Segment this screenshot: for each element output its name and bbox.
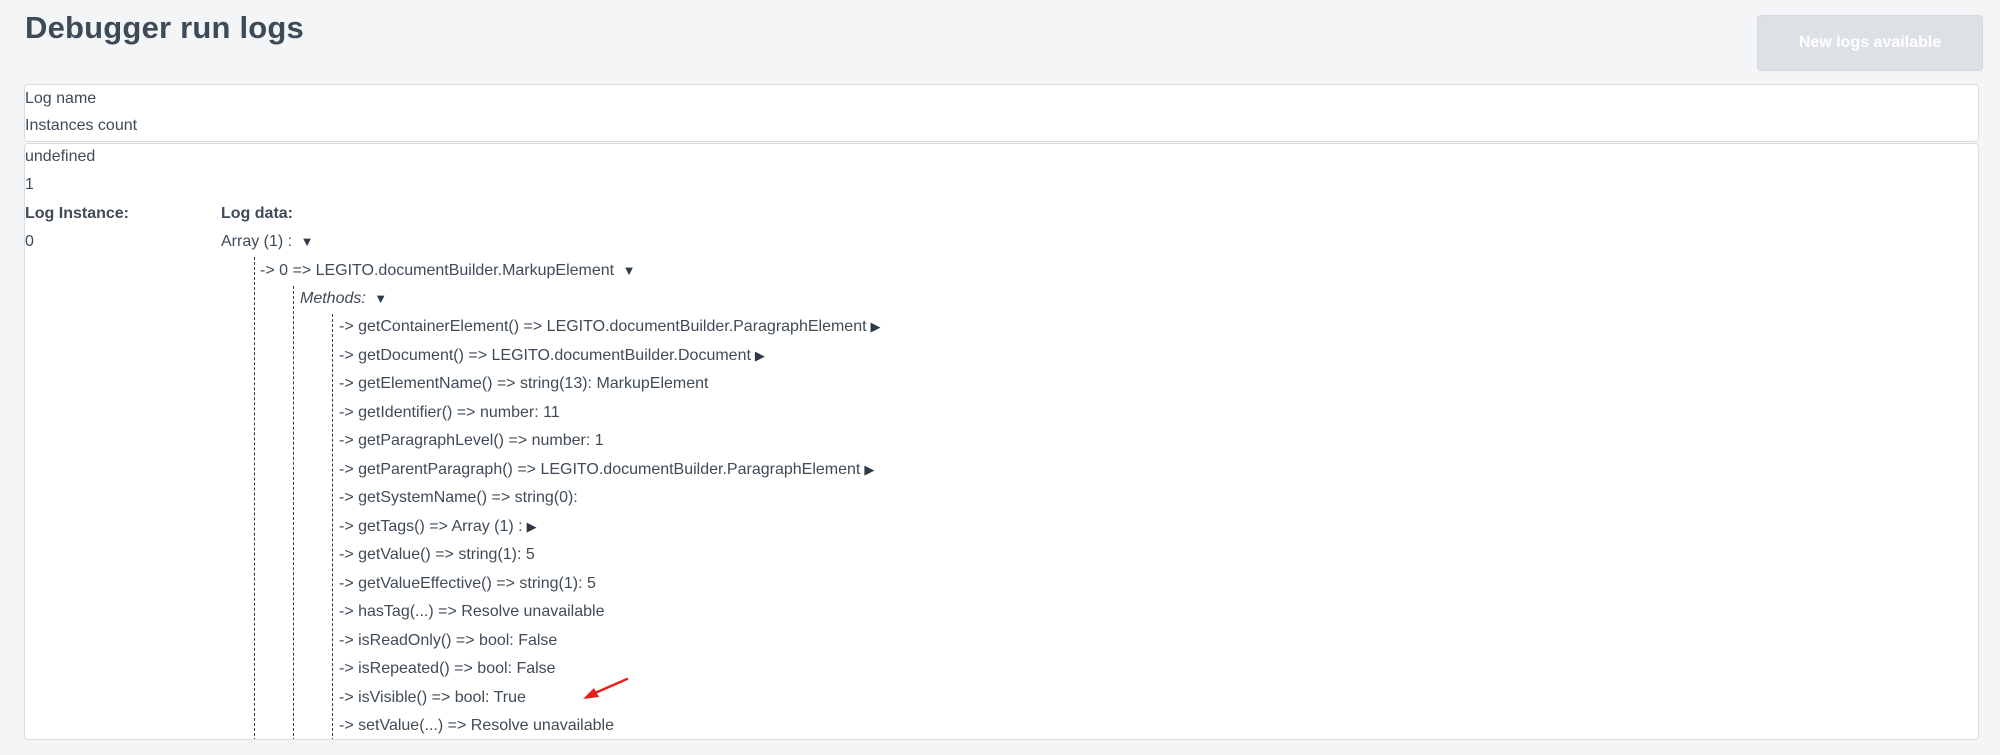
method-label: -> setValue(...) => Resolve unavailable [339, 717, 614, 734]
method-row: -> getElementName() => string(13): Marku… [339, 375, 708, 393]
method-label: -> isReadOnly() => bool: False [339, 631, 558, 649]
method-label: -> getContainerElement() => LEGITO.docum… [339, 318, 867, 335]
method-label: -> getIdentifier() => number: 11 [339, 403, 560, 421]
method-row[interactable]: -> getContainerElement() => LEGITO.docum… [339, 318, 881, 336]
method-label: -> isRepeated() => bool: False [339, 660, 556, 677]
method-row: -> isReadOnly() => bool: False [339, 632, 557, 650]
markup-element-label: -> 0 => LEGITO.documentBuilder.MarkupEle… [260, 262, 615, 279]
method-label: -> getElementName() => string(13): Marku… [339, 375, 709, 392]
instances-count-value: 1 [25, 176, 34, 193]
page-title: Debugger run logs [25, 10, 304, 45]
array-node[interactable]: Array (1) : ▼ [221, 233, 313, 251]
expand-arrow-icon[interactable]: ▼ [301, 234, 314, 249]
collapse-arrow-icon[interactable]: ▶ [527, 519, 537, 534]
new-logs-button[interactable]: New logs available [1757, 15, 1983, 71]
collapse-arrow-icon[interactable]: ▶ [864, 462, 874, 477]
array-node-label: Array (1) : [221, 233, 293, 250]
methods-node[interactable]: Methods: ▼ [300, 290, 387, 308]
markup-element-node[interactable]: -> 0 => LEGITO.documentBuilder.MarkupEle… [260, 262, 635, 280]
collapse-arrow-icon[interactable]: ▶ [755, 348, 765, 363]
method-row: -> getParagraphLevel() => number: 1 [339, 432, 604, 450]
method-label: -> isVisible() => bool: True [339, 688, 526, 706]
log-row-panel[interactable]: undefined 1 Log Instance: Log data: 0 Ar… [24, 143, 1979, 740]
method-row: -> setValue(...) => Resolve unavailable [339, 717, 614, 735]
tree-guide-line [293, 286, 294, 739]
method-row[interactable]: -> getParentParagraph() => LEGITO.docume… [339, 461, 874, 479]
method-row: -> getSystemName() => string(0): [339, 489, 578, 507]
tree-guide-line [254, 257, 255, 739]
method-label: -> getDocument() => LEGITO.documentBuild… [339, 346, 751, 364]
method-label: -> getSystemName() => string(0): [339, 489, 578, 506]
method-label: -> getParagraphLevel() => number: 1 [339, 432, 604, 449]
method-row: -> getValueEffective() => string(1): 5 [339, 575, 596, 593]
log-data-label: Log data: [221, 205, 293, 222]
method-row: -> hasTag(...) => Resolve unavailable [339, 603, 604, 621]
method-label: -> getValueEffective() => string(1): 5 [339, 574, 596, 592]
annotation-arrow-icon [583, 677, 629, 699]
method-label: -> getValue() => string(1): 5 [339, 546, 535, 563]
log-name-header: Log name [25, 90, 97, 107]
tree-guide-line [332, 314, 333, 739]
method-row[interactable]: -> getDocument() => LEGITO.documentBuild… [339, 347, 765, 365]
log-name-value[interactable]: undefined [25, 148, 95, 166]
method-row: -> getIdentifier() => number: 11 [339, 404, 560, 422]
log-instance-label: Log Instance: [25, 205, 130, 222]
method-label: -> getParentParagraph() => LEGITO.docume… [339, 460, 861, 478]
method-row: -> getValue() => string(1): 5 [339, 546, 535, 564]
methods-label: Methods: [300, 290, 366, 307]
method-label: -> hasTag(...) => Resolve unavailable [339, 603, 605, 620]
expand-arrow-icon[interactable]: ▼ [374, 291, 387, 306]
method-label: -> getTags() => Array (1) : [339, 517, 523, 535]
instances-count-header: Instances count [25, 117, 138, 134]
log-instance-value: 0 [25, 233, 34, 250]
method-row[interactable]: -> getTags() => Array (1) : ▶ [339, 518, 537, 536]
method-row: -> isRepeated() => bool: False [339, 660, 556, 678]
method-row: -> isVisible() => bool: True [339, 689, 526, 707]
collapse-arrow-icon[interactable]: ▶ [871, 319, 881, 334]
log-table-header: Log name Instances count [24, 84, 1979, 142]
expand-arrow-icon[interactable]: ▼ [623, 263, 636, 278]
